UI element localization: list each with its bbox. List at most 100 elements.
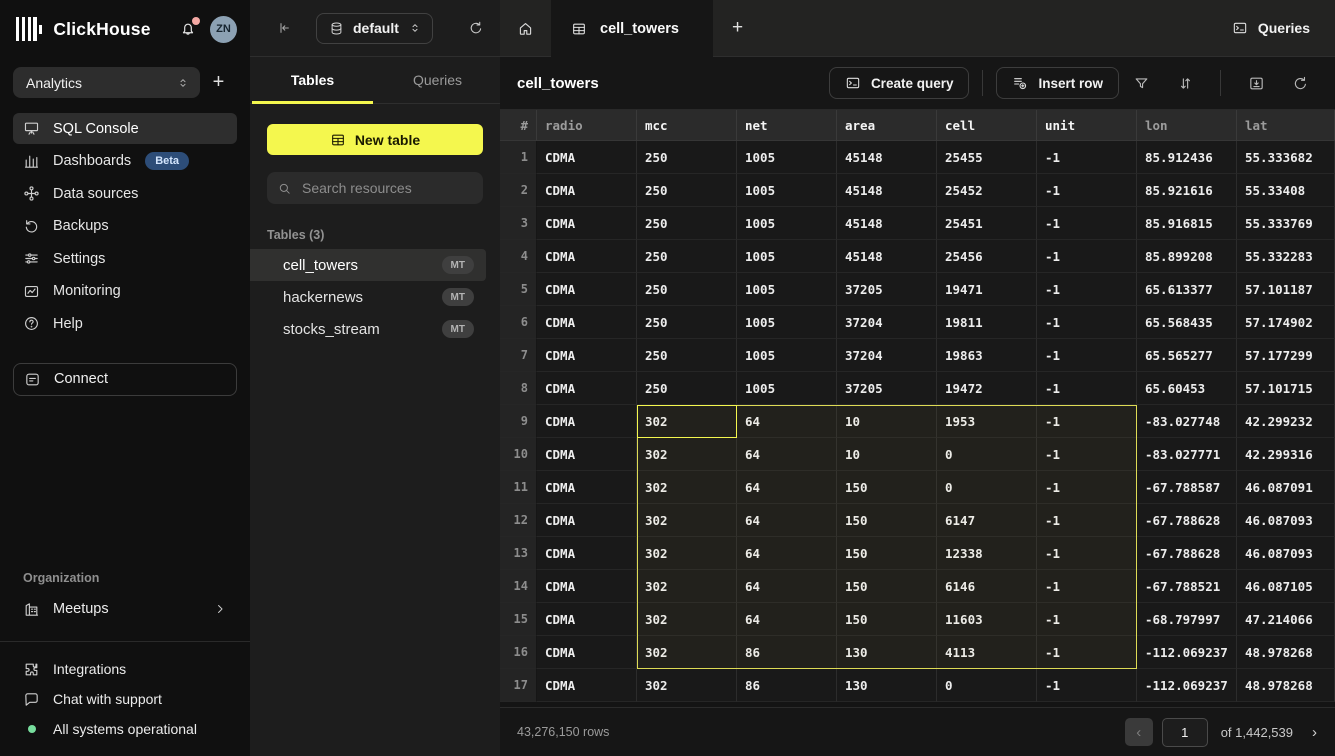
table-cell[interactable]: -1 (1037, 669, 1137, 702)
table-cell[interactable]: 37204 (837, 339, 937, 372)
table-cell[interactable]: 65.568435 (1137, 306, 1237, 339)
column-header-lon[interactable]: lon (1137, 110, 1237, 141)
table-cell[interactable]: 64 (737, 603, 837, 636)
table-cell[interactable]: 150 (837, 504, 937, 537)
row-number[interactable]: 1 (500, 141, 537, 174)
table-cell[interactable]: 150 (837, 603, 937, 636)
table-cell[interactable]: CDMA (537, 504, 637, 537)
table-cell[interactable]: 46.087093 (1237, 504, 1335, 537)
table-cell[interactable]: 150 (837, 537, 937, 570)
column-header-mcc[interactable]: mcc (637, 110, 737, 141)
table-cell[interactable]: CDMA (537, 174, 637, 207)
table-cell[interactable]: 0 (937, 669, 1037, 702)
table-cell[interactable]: 55.333682 (1237, 141, 1335, 174)
table-cell[interactable]: CDMA (537, 273, 637, 306)
table-cell[interactable]: 250 (637, 174, 737, 207)
table-cell[interactable]: 302 (637, 570, 737, 603)
table-cell[interactable]: CDMA (537, 372, 637, 405)
table-cell[interactable]: -67.788587 (1137, 471, 1237, 504)
table-cell[interactable]: 302 (637, 636, 737, 669)
table-cell[interactable]: 85.912436 (1137, 141, 1237, 174)
table-cell[interactable]: -1 (1037, 339, 1137, 372)
table-cell[interactable]: 1005 (737, 240, 837, 273)
table-cell[interactable]: 12338 (937, 537, 1037, 570)
table-cell[interactable]: 46.087091 (1237, 471, 1335, 504)
table-cell[interactable]: 19811 (937, 306, 1037, 339)
row-number[interactable]: 17 (500, 669, 537, 702)
table-cell[interactable]: CDMA (537, 306, 637, 339)
table-cell[interactable]: -1 (1037, 306, 1137, 339)
table-cell[interactable]: 250 (637, 339, 737, 372)
row-number[interactable]: 8 (500, 372, 537, 405)
table-cell[interactable]: 250 (637, 141, 737, 174)
sidebar-item-chat-with-support[interactable]: Chat with support (13, 684, 237, 714)
table-cell[interactable]: 250 (637, 273, 737, 306)
table-cell[interactable]: 1005 (737, 273, 837, 306)
table-cell[interactable]: 85.921616 (1137, 174, 1237, 207)
tab-cell-towers[interactable]: cell_towers (551, 0, 713, 57)
sidebar-item-help[interactable]: Help (13, 308, 237, 339)
row-number[interactable]: 14 (500, 570, 537, 603)
table-cell[interactable]: 1005 (737, 339, 837, 372)
sidebar-item-integrations[interactable]: Integrations (13, 654, 237, 684)
table-cell[interactable]: 250 (637, 306, 737, 339)
table-cell[interactable]: CDMA (537, 570, 637, 603)
row-number[interactable]: 2 (500, 174, 537, 207)
table-cell[interactable]: -83.027771 (1137, 438, 1237, 471)
table-cell[interactable]: 64 (737, 570, 837, 603)
sidebar-item-backups[interactable]: Backups (13, 211, 237, 242)
table-cell[interactable]: -67.788628 (1137, 537, 1237, 570)
next-page-button[interactable]: › (1309, 721, 1320, 744)
table-cell[interactable]: 11603 (937, 603, 1037, 636)
explorer-tab-tables[interactable]: Tables (250, 57, 375, 103)
table-cell[interactable]: 45148 (837, 240, 937, 273)
column-header-unit[interactable]: unit (1037, 110, 1137, 141)
table-cell[interactable]: 64 (737, 537, 837, 570)
table-cell[interactable]: 55.33408 (1237, 174, 1335, 207)
collapse-panel-icon[interactable] (276, 20, 292, 36)
row-number[interactable]: 7 (500, 339, 537, 372)
search-resources-input[interactable] (300, 179, 473, 197)
refresh-table-icon[interactable] (1285, 68, 1315, 98)
table-cell[interactable]: CDMA (537, 438, 637, 471)
table-cell[interactable]: -67.788628 (1137, 504, 1237, 537)
table-cell[interactable]: 55.332283 (1237, 240, 1335, 273)
table-cell[interactable]: 65.565277 (1137, 339, 1237, 372)
table-cell[interactable]: CDMA (537, 405, 637, 438)
table-cell[interactable]: 10 (837, 438, 937, 471)
sidebar-item-dashboards[interactable]: DashboardsBeta (13, 146, 237, 177)
table-cell[interactable]: 25451 (937, 207, 1037, 240)
table-cell[interactable]: -1 (1037, 405, 1137, 438)
table-cell[interactable]: 48.978268 (1237, 636, 1335, 669)
table-cell[interactable]: 6146 (937, 570, 1037, 603)
workspace-selector[interactable]: Analytics (13, 67, 200, 98)
table-cell[interactable]: 1005 (737, 141, 837, 174)
new-table-button[interactable]: New table (267, 124, 483, 155)
table-cell[interactable]: -112.069237 (1137, 636, 1237, 669)
table-cell[interactable]: 46.087093 (1237, 537, 1335, 570)
sidebar-item-meetups[interactable]: Meetups (13, 594, 237, 624)
table-cell[interactable]: 19472 (937, 372, 1037, 405)
table-cell[interactable]: -1 (1037, 438, 1137, 471)
table-cell[interactable]: -1 (1037, 471, 1137, 504)
table-cell[interactable]: -1 (1037, 207, 1137, 240)
table-cell[interactable]: -1 (1037, 141, 1137, 174)
table-cell[interactable]: CDMA (537, 636, 637, 669)
row-number[interactable]: 5 (500, 273, 537, 306)
table-cell[interactable]: CDMA (537, 603, 637, 636)
table-cell[interactable]: 25455 (937, 141, 1037, 174)
table-cell[interactable]: -67.788521 (1137, 570, 1237, 603)
explorer-tab-queries[interactable]: Queries (375, 57, 500, 103)
table-list-item-cell-towers[interactable]: cell_towersMT (250, 249, 486, 281)
table-cell[interactable]: 65.613377 (1137, 273, 1237, 306)
table-cell[interactable]: 150 (837, 570, 937, 603)
database-selector[interactable]: default (316, 13, 433, 44)
sidebar-item-all-systems-operational[interactable]: All systems operational (13, 714, 237, 744)
table-cell[interactable]: 86 (737, 636, 837, 669)
table-cell[interactable]: 85.916815 (1137, 207, 1237, 240)
table-cell[interactable]: -68.797997 (1137, 603, 1237, 636)
table-cell[interactable]: -1 (1037, 603, 1137, 636)
table-cell[interactable]: 302 (637, 669, 737, 702)
page-number-input[interactable] (1162, 718, 1208, 747)
table-cell[interactable]: 6147 (937, 504, 1037, 537)
